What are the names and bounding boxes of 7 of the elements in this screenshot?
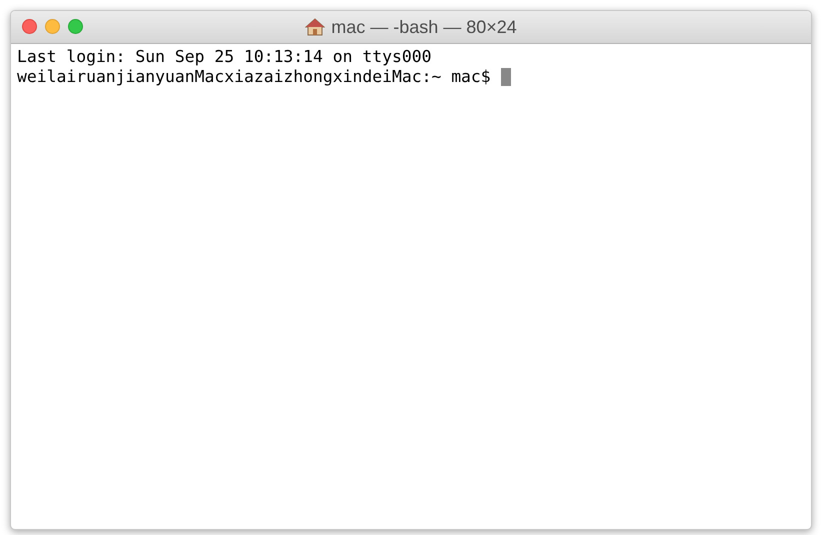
minimize-button[interactable] [45,19,60,34]
window-title: mac — -bash — 80×24 [331,16,517,38]
terminal-line: weilairuanjianyuanMacxiazaizhongxindeiMac:~ mac$ [17,67,492,87]
house-icon [305,18,326,36]
close-button[interactable] [22,19,37,34]
terminal-line: Last login: Sun Sep 25 10:13:14 on ttys000 [17,47,432,67]
zoom-button[interactable] [68,19,83,34]
